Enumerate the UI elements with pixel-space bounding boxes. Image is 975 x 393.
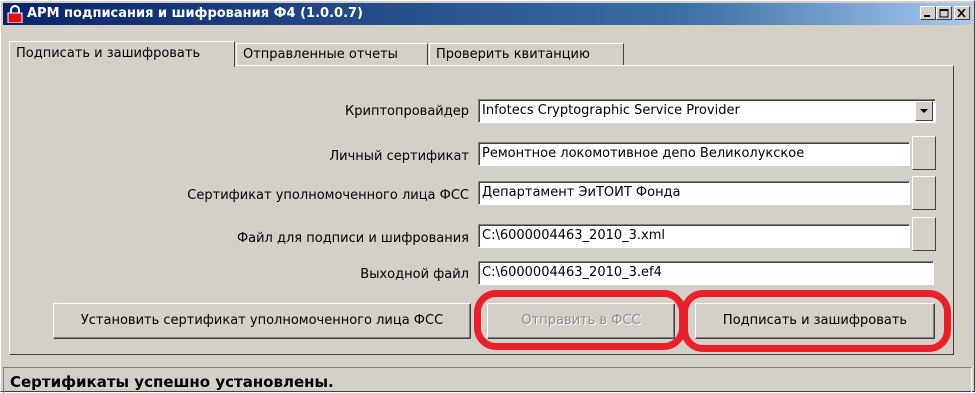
sign-file-field[interactable]: C:\6000004463_2010_3.xml [478,224,910,248]
minimize-button[interactable] [920,6,936,20]
sign-file-browse-button[interactable] [912,217,936,251]
personal-cert-browse-button[interactable] [912,136,936,170]
maximize-button[interactable] [936,6,952,20]
personal-cert-field[interactable]: Ремонтное локомотивное депо Великолукско… [478,142,910,166]
close-icon [957,9,966,18]
crypto-provider-select[interactable]: Infotecs Cryptographic Service Provider [478,99,936,123]
fss-cert-browse-button[interactable] [912,176,936,210]
sign-file-label: Файл для подписи и шифрования [236,231,469,246]
lock-icon [7,5,23,24]
output-file-label: Выходной файл [360,267,469,282]
app-window: АРМ подписания и шифрования Ф4 (1.0.0.7)… [0,0,975,393]
fss-cert-field[interactable]: Департамент ЭиТОИТ Фонда [478,181,910,205]
caption-buttons [920,6,970,20]
output-file-field[interactable]: C:\6000004463_2010_3.ef4 [478,261,934,285]
fss-cert-label: Сертификат уполномоченного лица ФСС [187,188,469,203]
install-fss-cert-button[interactable]: Установить сертификат уполномоченного ли… [53,303,471,339]
status-bar: Сертификаты успешно установлены. [3,367,972,393]
highlight-send-button [474,290,686,350]
tab-check-receipt[interactable]: Проверить квитанцию [429,43,624,65]
close-button[interactable] [954,6,970,20]
maximize-icon [939,9,949,18]
tab-sign-encrypt[interactable]: Подписать и зашифровать [9,41,235,67]
highlight-sign-button [681,290,951,352]
minimize-icon [924,15,930,17]
personal-cert-label: Личный сертификат [329,149,469,164]
title-bar[interactable]: АРМ подписания и шифрования Ф4 (1.0.0.7) [3,3,972,25]
tab-sent-reports[interactable]: Отправленные отчеты [236,43,428,65]
crypto-provider-dropdown-button[interactable] [915,101,933,121]
crypto-provider-label: Криптопровайдер [345,104,469,119]
window-title: АРМ подписания и шифрования Ф4 (1.0.0.7) [27,6,363,21]
chevron-down-icon [920,109,928,113]
